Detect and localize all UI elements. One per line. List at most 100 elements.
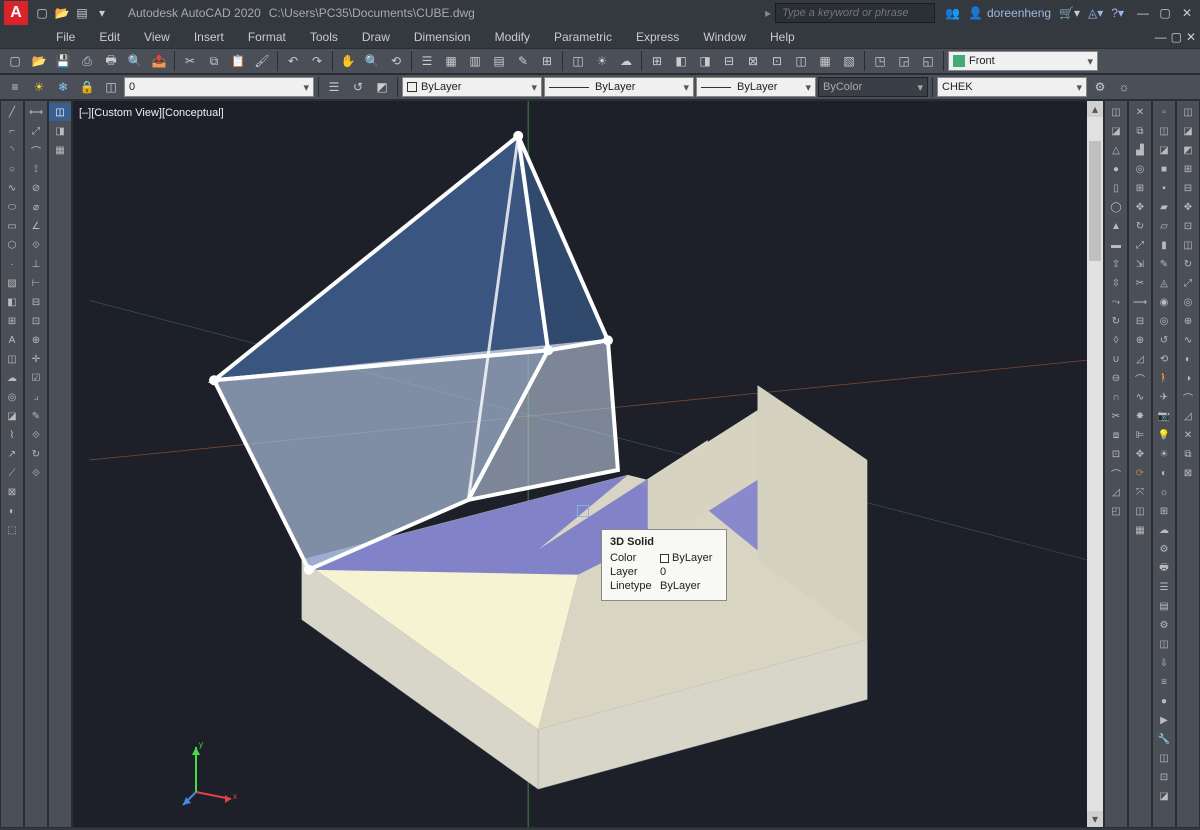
ucs1-icon[interactable]: ◳ <box>869 50 891 72</box>
publish-icon[interactable]: 📤 <box>148 50 170 72</box>
render-icon[interactable]: ☀ <box>591 50 613 72</box>
extrude-icon[interactable]: ⇧ <box>1105 255 1127 273</box>
linetype-combo[interactable]: ByLayer ▾ <box>402 77 542 97</box>
ray-icon[interactable]: ↗ <box>1 445 23 463</box>
dim-quick-icon[interactable]: ⟐ <box>25 236 47 254</box>
vertical-scrollbar[interactable]: ▴ ▾ <box>1087 101 1103 827</box>
open-file-icon[interactable]: 📂 <box>28 50 50 72</box>
spline-icon[interactable]: ∿ <box>1 179 23 197</box>
prop-palette-icon[interactable]: ☰ <box>1153 578 1175 596</box>
menu-dimension[interactable]: Dimension <box>402 28 483 46</box>
layer-combo[interactable]: 0 ▾ <box>124 77 314 97</box>
extra3-icon[interactable]: ◪ <box>1153 787 1175 805</box>
chamfer-icon[interactable]: ◿ <box>1129 350 1151 368</box>
xline-icon[interactable]: ⟋ <box>1 464 23 482</box>
quickcalc-icon[interactable]: ⊞ <box>536 50 558 72</box>
new-icon[interactable]: ▢ <box>34 5 50 21</box>
app-icon[interactable]: ◬▾ <box>1088 6 1103 20</box>
r4-8-icon[interactable]: ◫ <box>1177 236 1199 254</box>
polysolid-icon[interactable]: ▬ <box>1105 236 1127 254</box>
camera-icon[interactable]: 📷 <box>1153 407 1175 425</box>
r4-11-icon[interactable]: ◎ <box>1177 293 1199 311</box>
dim-radius-icon[interactable]: ⊘ <box>25 179 47 197</box>
swivel-icon[interactable]: ⟲ <box>1153 350 1175 368</box>
layer-color-icon[interactable]: ◫ <box>100 76 122 98</box>
menu-parametric[interactable]: Parametric <box>542 28 624 46</box>
fillet-edge-icon[interactable]: ⌒ <box>1105 464 1127 482</box>
save-file-icon[interactable]: 💾 <box>52 50 74 72</box>
gradient-icon[interactable]: ◐ <box>1 502 23 520</box>
dim-space-icon[interactable]: ⊟ <box>25 293 47 311</box>
presspull-icon[interactable]: ⇳ <box>1105 274 1127 292</box>
light-icon[interactable]: 💡 <box>1153 426 1175 444</box>
view5-icon[interactable]: ⊡ <box>766 50 788 72</box>
doc-minimize-icon[interactable]: ― <box>1155 30 1167 44</box>
vs-conceptual-icon[interactable]: ▪ <box>1153 179 1175 197</box>
rotate-icon[interactable]: ↻ <box>1129 217 1151 235</box>
settings-gear-icon[interactable]: ⚙ <box>1089 76 1111 98</box>
table-icon[interactable]: ⊞ <box>646 50 668 72</box>
save-icon[interactable]: ▤ <box>74 5 90 21</box>
box-icon[interactable]: ◫ <box>1105 103 1127 121</box>
section-icon[interactable]: ◫ <box>1129 502 1151 520</box>
render2-icon[interactable]: ☼ <box>1153 483 1175 501</box>
break-icon[interactable]: ⊟ <box>1129 312 1151 330</box>
move-icon[interactable]: ✥ <box>1129 198 1151 216</box>
cui-icon[interactable]: ◫ <box>1153 635 1175 653</box>
plot-icon[interactable]: 🖶 <box>100 50 122 72</box>
macro-icon[interactable]: ▶ <box>1153 711 1175 729</box>
helix-icon[interactable]: ⌇ <box>1 426 23 444</box>
color-combo[interactable]: ByColor ▾ <box>818 77 928 97</box>
layer-lock-icon[interactable]: 🔒 <box>76 76 98 98</box>
extend-icon[interactable]: ⟶ <box>1129 293 1151 311</box>
r4-1-icon[interactable]: ◫ <box>1177 103 1199 121</box>
layer-state-icon[interactable]: ☰ <box>323 76 345 98</box>
revcloud-icon[interactable]: ☁ <box>1 369 23 387</box>
ellipse-icon[interactable]: ⬭ <box>1 198 23 216</box>
dim-arc-icon[interactable]: ⌒ <box>25 141 47 159</box>
table2-icon[interactable]: ⊞ <box>1 312 23 330</box>
3d-face-icon[interactable]: ◨ <box>49 122 71 140</box>
wedge-icon[interactable]: ◪ <box>1105 122 1127 140</box>
ucs-icon[interactable]: x y <box>181 737 241 807</box>
revolve-icon[interactable]: ↻ <box>1105 312 1127 330</box>
lineweight-combo[interactable]: ByLayer ▾ <box>544 77 694 97</box>
options-icon[interactable]: ⚙ <box>1153 616 1175 634</box>
props-icon[interactable]: ☰ <box>416 50 438 72</box>
cmd-line-icon[interactable]: ▤ <box>1153 597 1175 615</box>
orbit-icon[interactable]: ◉ <box>1153 293 1175 311</box>
undo-icon[interactable]: ↶ <box>282 50 304 72</box>
point-icon[interactable]: · <box>1 255 23 273</box>
join-icon[interactable]: ⊕ <box>1129 331 1151 349</box>
view3-icon[interactable]: ⊟ <box>718 50 740 72</box>
3d-mesh-icon[interactable]: ▦ <box>49 141 71 159</box>
r4-7-icon[interactable]: ⊡ <box>1177 217 1199 235</box>
r4-15-icon[interactable]: ◑ <box>1177 369 1199 387</box>
cylinder-icon[interactable]: ▯ <box>1105 179 1127 197</box>
blend-icon[interactable]: ∿ <box>1129 388 1151 406</box>
cut-icon[interactable]: ✂ <box>179 50 201 72</box>
dim-ord-icon[interactable]: ⟟ <box>25 160 47 178</box>
scroll-thumb[interactable] <box>1089 141 1101 261</box>
drawing-canvas[interactable]: [–][Custom View][Conceptual] <box>72 100 1104 828</box>
imprint-icon[interactable]: ⊡ <box>1105 445 1127 463</box>
mtext2-icon[interactable]: ⊠ <box>1 483 23 501</box>
appload-icon[interactable]: ⇩ <box>1153 654 1175 672</box>
mtext-icon[interactable]: A <box>1 331 23 349</box>
region-icon[interactable]: ◧ <box>1 293 23 311</box>
vs-hidden-icon[interactable]: ◪ <box>1153 141 1175 159</box>
donut-icon[interactable]: ◎ <box>1 388 23 406</box>
view6-icon[interactable]: ◫ <box>790 50 812 72</box>
3d-cube-icon[interactable]: ◫ <box>49 103 71 121</box>
layer-iso-icon[interactable]: ◩ <box>371 76 393 98</box>
signin-icon[interactable]: 👥 <box>945 6 960 20</box>
boundary-icon[interactable]: ⬚ <box>1 521 23 539</box>
style-combo[interactable]: CHEK ▾ <box>937 77 1087 97</box>
union-icon[interactable]: ∪ <box>1105 350 1127 368</box>
close-button[interactable]: ✕ <box>1178 4 1196 22</box>
extra2-icon[interactable]: ⊡ <box>1153 768 1175 786</box>
view1-icon[interactable]: ◧ <box>670 50 692 72</box>
scale-icon[interactable]: ⤢ <box>1129 236 1151 254</box>
flatshot-icon[interactable]: ▦ <box>1129 521 1151 539</box>
tool-palette-icon[interactable]: ▥ <box>464 50 486 72</box>
